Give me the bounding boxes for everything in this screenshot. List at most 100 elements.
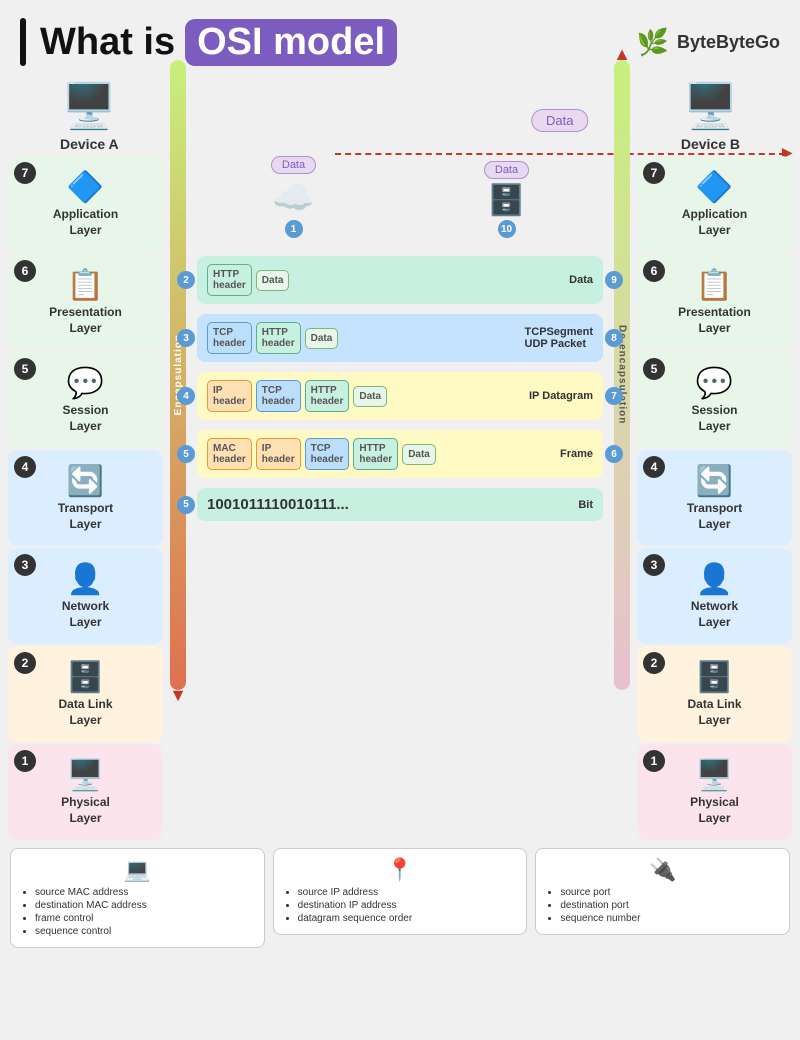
- layers-right: 7 🔷 ApplicationLayer 6 📋 PresentationLay…: [637, 156, 792, 840]
- legend-ip-list: source IP address destination IP address…: [284, 887, 517, 924]
- legend-ip-item-2: destination IP address: [298, 900, 517, 911]
- layer-5-num-left: 5: [14, 358, 36, 380]
- layer-phys-name-left: PhysicalLayer: [61, 795, 110, 826]
- type-data: Data: [569, 274, 593, 286]
- layer-sess-name-left: SessionLayer: [62, 403, 108, 434]
- osi-badge: OSI model: [185, 19, 397, 66]
- legend-port: 🔌 source port destination port sequence …: [535, 848, 790, 935]
- layer-4-num-left: 4: [14, 456, 36, 478]
- http-header-1: HTTPheader: [207, 264, 252, 296]
- layer-trans-right: 4 🔄 TransportLayer: [637, 450, 792, 546]
- cloud-icon-left: ☁️: [272, 178, 314, 218]
- layer-data-icon-right: 🗄️: [696, 660, 733, 695]
- data-1: Data: [256, 270, 290, 291]
- legend-mac-list: source MAC address destination MAC addre…: [21, 887, 254, 937]
- right-db: Data 🗄️ 10: [484, 161, 529, 238]
- data-3: Data: [353, 386, 387, 407]
- left-cloud: Data ☁️ 1: [271, 156, 316, 238]
- layer-5-num-right: 5: [643, 358, 665, 380]
- step-2-badge: 2: [177, 271, 195, 289]
- legend-mac-item-4: sequence control: [35, 926, 254, 937]
- layer-2-num-right: 2: [643, 652, 665, 674]
- device-a: 🖥️ Device A: [60, 80, 119, 152]
- layer-data-right: 2 🗄️ Data LinkLayer: [637, 646, 792, 742]
- layer-trans-name-left: TransportLayer: [58, 501, 113, 532]
- tcp-header-1: TCPheader: [207, 322, 252, 354]
- page-wrapper: What is OSI model 🌿 ByteByteGo 🖥️ Device…: [0, 0, 800, 958]
- packet-frame: MACheader IPheader TCPheader HTTPheader …: [197, 430, 603, 478]
- step-8-badge: 8: [605, 329, 623, 347]
- layer-net-icon-left: 👤: [67, 562, 104, 597]
- layer-6-num-right: 6: [643, 260, 665, 282]
- layer-4-num-right: 4: [643, 456, 665, 478]
- layer-app-right: 7 🔷 ApplicationLayer: [637, 156, 792, 252]
- legend-port-item-3: sequence number: [560, 913, 779, 924]
- layer-3-num-right: 3: [643, 554, 665, 576]
- legend-port-item-2: destination port: [560, 900, 779, 911]
- layer-pres-name-right: PresentationLayer: [678, 305, 751, 336]
- tcp-row-wrapper: 3 8 TCPheader HTTPheader Data TCPSegment…: [197, 314, 603, 362]
- layer-pres-icon-left: 📋: [67, 268, 104, 303]
- tcp-header-2: TCPheader: [256, 380, 301, 412]
- layer-phys-name-right: PhysicalLayer: [690, 795, 739, 826]
- data-row-wrapper: 2 9 HTTPheader Data Data: [197, 256, 603, 304]
- devices-row: 🖥️ Device A Data 🖥️ Device B: [0, 80, 800, 152]
- step-1: 1: [285, 220, 303, 238]
- packet-ip: IPheader TCPheader HTTPheader Data IP Da…: [197, 372, 603, 420]
- layer-pres-icon-right: 📋: [696, 268, 733, 303]
- header: What is OSI model 🌿 ByteByteGo: [0, 0, 800, 74]
- step-3-badge: 3: [177, 329, 195, 347]
- bit-value: 1001011110010111...: [207, 496, 349, 513]
- layer-trans-name-right: TransportLayer: [687, 501, 742, 532]
- device-a-label: Device A: [60, 136, 119, 152]
- layer-data-left: 2 🗄️ Data LinkLayer: [8, 646, 163, 742]
- packet-bit: 1001011110010111... Bit: [197, 488, 603, 521]
- layer-sess-icon-left: 💬: [67, 366, 104, 401]
- legend-ip: 📍 source IP address destination IP addre…: [273, 848, 528, 935]
- frame-row-wrapper: 5 6 MACheader IPheader TCPheader HTTPhea…: [197, 430, 603, 478]
- layer-net-right: 3 👤 NetworkLayer: [637, 548, 792, 644]
- type-bit: Bit: [578, 499, 593, 511]
- layer-phys-right: 1 🖥️ PhysicalLayer: [637, 744, 792, 840]
- data-2: Data: [305, 328, 339, 349]
- step-5b-badge: 5: [177, 496, 195, 514]
- packet-tcp: TCPheader HTTPheader Data TCPSegmentUDP …: [197, 314, 603, 362]
- legend-mac-item-1: source MAC address: [35, 887, 254, 898]
- step-6-badge: 6: [605, 445, 623, 463]
- layer-pres-right: 6 📋 PresentationLayer: [637, 254, 792, 350]
- title-bar: [20, 18, 26, 66]
- layer-3-num-left: 3: [14, 554, 36, 576]
- layer-app-left: 7 🔷 ApplicationLayer: [8, 156, 163, 252]
- layer-sess-left: 5 💬 SessionLayer: [8, 352, 163, 448]
- layer-data-name-left: Data LinkLayer: [58, 697, 112, 728]
- legend-ip-icon: 📍: [284, 857, 517, 883]
- layer-trans-icon-right: 🔄: [696, 464, 733, 499]
- http-header-4: HTTPheader: [353, 438, 398, 470]
- brand: 🌿 ByteByteGo: [637, 27, 780, 58]
- data-bubble-left: Data: [271, 156, 316, 174]
- layer-7-num-right: 7: [643, 162, 665, 184]
- data-bubble-top: Data: [531, 109, 588, 132]
- layer-net-left: 3 👤 NetworkLayer: [8, 548, 163, 644]
- layer-net-name-right: NetworkLayer: [691, 599, 738, 630]
- legend-ip-item-3: datagram sequence order: [298, 913, 517, 924]
- layer-1-num-right: 1: [643, 750, 665, 772]
- legend-mac-icon: 💻: [21, 857, 254, 883]
- legend-ip-item-1: source IP address: [298, 887, 517, 898]
- layer-sess-icon-right: 💬: [696, 366, 733, 401]
- layer-pres-left: 6 📋 PresentationLayer: [8, 254, 163, 350]
- brand-name: ByteByteGo: [677, 32, 780, 53]
- step-9-badge: 9: [605, 271, 623, 289]
- layer-net-name-left: NetworkLayer: [62, 599, 109, 630]
- layer-sess-right: 5 💬 SessionLayer: [637, 352, 792, 448]
- layer-1-num-left: 1: [14, 750, 36, 772]
- ip-header-1: IPheader: [207, 380, 252, 412]
- layer-app-name-left: ApplicationLayer: [53, 207, 118, 238]
- layer-phys-icon-left: 🖥️: [67, 758, 104, 793]
- http-header-3: HTTPheader: [305, 380, 350, 412]
- page-title: What is OSI model: [20, 18, 397, 66]
- layer-net-icon-right: 👤: [696, 562, 733, 597]
- layer-data-name-right: Data LinkLayer: [687, 697, 741, 728]
- layer-trans-left: 4 🔄 TransportLayer: [8, 450, 163, 546]
- packet-data: HTTPheader Data Data: [197, 256, 603, 304]
